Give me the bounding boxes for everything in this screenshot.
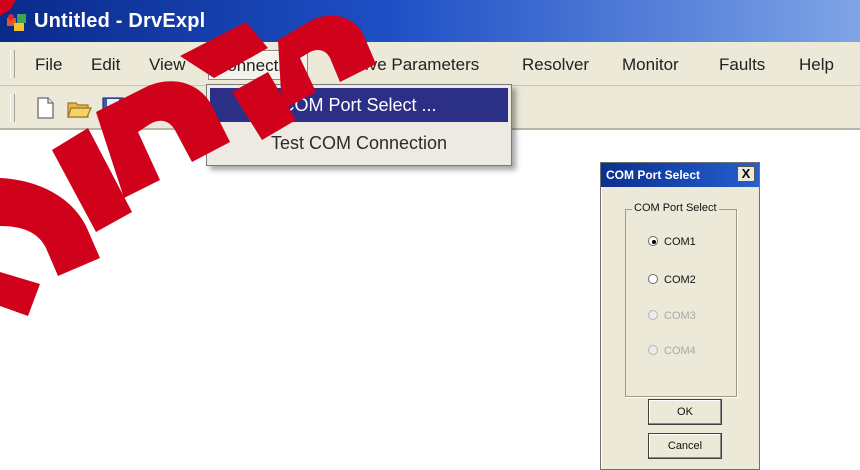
menu-help[interactable]: Help [797, 50, 836, 80]
dialog-title-bar: COM Port Select [601, 163, 759, 187]
app-icon [7, 14, 26, 31]
com-port-select-dialog: COM Port Select X COM Port Select COM1 C… [600, 162, 760, 470]
menu-connection[interactable]: Connection [208, 50, 309, 80]
open-folder-icon[interactable] [66, 95, 92, 121]
window-title: Untitled - DrvExpl [34, 10, 206, 32]
groupbox-label: COM Port Select [632, 202, 719, 214]
menu-resolver[interactable]: Resolver [520, 50, 591, 80]
radio-label-com4: COM4 [664, 345, 696, 357]
toolbar-grip[interactable] [10, 94, 15, 122]
radio-circle-icon [648, 274, 658, 284]
ok-button[interactable]: OK [648, 399, 722, 425]
menu-view[interactable]: View [147, 50, 188, 80]
cancel-button[interactable]: Cancel [648, 433, 722, 459]
menu-bar: File Edit View Connection Drive Paramete… [0, 42, 860, 86]
radio-circle-icon [648, 310, 658, 320]
watermark-stroke [0, 272, 40, 316]
menubar-grip[interactable] [10, 50, 15, 78]
radio-dot-icon [652, 240, 656, 244]
menu-file[interactable]: File [33, 50, 64, 80]
title-bar: Untitled - DrvExpl [0, 0, 860, 42]
save-icon[interactable] [100, 95, 126, 121]
new-file-icon[interactable] [32, 95, 58, 121]
cut-icon[interactable] [158, 95, 184, 121]
radio-circle-icon [648, 236, 658, 246]
watermark-stroke [52, 128, 132, 232]
menu-monitor[interactable]: Monitor [620, 50, 681, 80]
radio-label-com1: COM1 [664, 236, 696, 248]
menu-item-test-com-connection[interactable]: Test COM Connection [210, 126, 508, 160]
menu-faults[interactable]: Faults [717, 50, 767, 80]
radio-label-com2: COM2 [664, 274, 696, 286]
dialog-title: COM Port Select [606, 168, 701, 182]
radio-circle-icon [648, 345, 658, 355]
menu-item-com-port-select[interactable]: COM Port Select ... [210, 88, 508, 122]
toolbar-separator [138, 94, 142, 122]
menu-drive-parameters[interactable]: Drive Parameters [345, 50, 481, 80]
close-icon[interactable]: X [737, 166, 755, 182]
menu-edit[interactable]: Edit [89, 50, 122, 80]
radio-label-com3: COM3 [664, 310, 696, 322]
com-port-groupbox: COM Port Select COM1 COM2 COM3 COM4 [625, 202, 737, 397]
connection-menu-dropdown: COM Port Select ... Test COM Connection [206, 84, 512, 166]
watermark-stroke [0, 178, 100, 276]
